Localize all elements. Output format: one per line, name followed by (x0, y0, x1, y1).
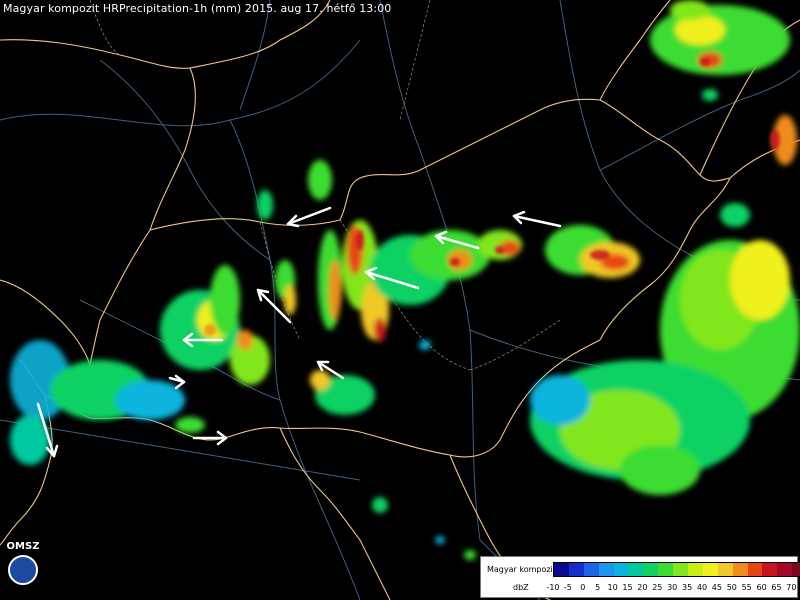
legend-swatch (554, 563, 569, 576)
legend-ticks: -10 -5 0 5 10 15 20 25 30 35 40 45 50 55 60 65 70 (545, 583, 797, 595)
legend-swatch (673, 563, 689, 576)
legend-swatch (643, 563, 659, 576)
radar-map (0, 0, 800, 600)
legend-swatch (732, 563, 748, 576)
legend-swatch (792, 563, 800, 576)
omsz-logo: OMSZ (4, 541, 42, 597)
legend-swatch (688, 563, 703, 576)
legend-swatch (747, 563, 763, 576)
legend-tick-label: 70 (786, 583, 797, 592)
legend-swatch (628, 563, 644, 576)
legend-swatch (777, 563, 793, 576)
logo-text: OMSZ (6, 541, 40, 552)
legend-colorbar (553, 562, 800, 577)
legend-swatch (702, 563, 718, 576)
color-legend: Magyar kompozit dbZ -10 -5 0 5 10 15 20 25 30 35 4… (480, 556, 800, 598)
legend-swatch (613, 563, 629, 576)
legend-unit: dbZ (513, 583, 529, 592)
legend-swatch (717, 563, 733, 576)
legend-swatch (583, 563, 599, 576)
legend-swatch (762, 563, 778, 576)
map-title: Magyar kompozit HRPrecipitation-1h (mm) … (3, 2, 392, 15)
legend-title: Magyar kompozit (487, 565, 556, 574)
legend-swatch (598, 563, 614, 576)
omsz-logo-icon (8, 555, 38, 585)
legend-swatch (658, 563, 674, 576)
legend-swatch (568, 563, 584, 576)
